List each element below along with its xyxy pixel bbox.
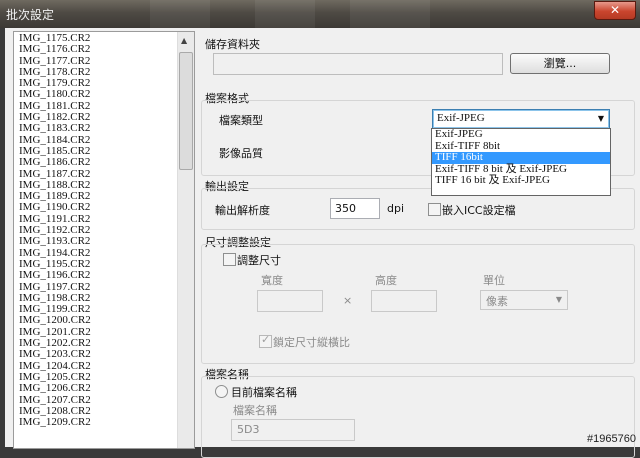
save-folder-path-field[interactable]: [213, 53, 503, 75]
check-icon: ✓: [261, 333, 271, 346]
file-list-item[interactable]: IMG_1193.CR2: [19, 236, 91, 248]
width-label: 寬度: [261, 274, 283, 287]
scroll-up-arrow-icon[interactable]: ▲: [181, 36, 187, 45]
file-type-option[interactable]: Exif-JPEG: [432, 128, 610, 141]
file-type-option[interactable]: TIFF 16bit: [432, 151, 610, 164]
title-bar-decoration: [350, 0, 430, 28]
current-name-label: 目前檔案名稱: [231, 386, 297, 399]
close-icon: ✕: [609, 3, 621, 17]
resize-checkbox[interactable]: [223, 253, 236, 266]
save-folder-header: 儲存資料夾: [205, 38, 260, 51]
image-quality-label: 影像品質: [219, 147, 263, 160]
width-input[interactable]: [257, 290, 323, 312]
browse-button[interactable]: 瀏覽...: [510, 53, 610, 74]
file-list-item[interactable]: IMG_1176.CR2: [19, 43, 91, 55]
chevron-down-icon: ▼: [555, 295, 562, 304]
title-bar[interactable]: 批次設定 ✕: [0, 0, 640, 28]
unit-select[interactable]: 像素 ▼: [480, 290, 568, 310]
resolution-value: 350: [335, 202, 356, 215]
times-icon: ×: [343, 294, 353, 307]
embed-icc-checkbox[interactable]: [428, 203, 441, 216]
resolution-input[interactable]: 350: [330, 198, 380, 219]
window-title: 批次設定: [6, 8, 55, 22]
file-type-combobox[interactable]: Exif-JPEG ▼: [432, 109, 610, 129]
file-name-value: 5D3: [237, 423, 260, 436]
chevron-down-icon: ▼: [597, 114, 604, 123]
file-type-value: Exif-JPEG: [437, 112, 485, 124]
file-list-items: IMG_1175.CR2 IMG_1176.CR2 IMG_1177.CR2 IMG_…: [19, 32, 91, 428]
file-list-item[interactable]: IMG_1209.CR2: [19, 416, 91, 428]
file-list-item[interactable]: IMG_1186.CR2: [19, 156, 91, 168]
resolution-unit-label: dpi: [387, 202, 405, 215]
height-input[interactable]: [371, 290, 437, 312]
file-type-dropdown-list: Exif-JPEG Exif-TIFF 8bit TIFF 16bit Exif-TI…: [431, 128, 611, 196]
watermark-text: #1965760: [587, 433, 636, 445]
unit-label: 單位: [483, 274, 505, 287]
file-type-label: 檔案類型: [219, 114, 263, 127]
file-type-option[interactable]: TIFF 16 bit 及 Exif-JPEG: [432, 174, 610, 187]
title-bar-decoration: [150, 0, 210, 28]
embed-icc-label: 嵌入ICC設定檔: [442, 204, 516, 217]
lock-aspect-checkbox[interactable]: ✓: [259, 333, 272, 348]
file-name-input[interactable]: 5D3: [231, 419, 355, 441]
unit-value: 像素: [486, 295, 508, 308]
resize-label: 調整尺寸: [237, 254, 281, 267]
file-list-item[interactable]: IMG_1206.CR2: [19, 382, 91, 394]
file-list-item[interactable]: IMG_1196.CR2: [19, 269, 91, 281]
batch-settings-window: 批次設定 ✕ IMG_1175.CR2 IMG_1176.CR2 IMG_1177.…: [0, 0, 640, 458]
title-bar-decoration: [255, 0, 315, 28]
current-name-radio[interactable]: [215, 385, 228, 398]
file-list[interactable]: IMG_1175.CR2 IMG_1176.CR2 IMG_1177.CR2 IMG_…: [13, 31, 195, 449]
lock-aspect-label: 鎖定尺寸縱橫比: [273, 336, 350, 349]
dialog-client-area: IMG_1175.CR2 IMG_1176.CR2 IMG_1177.CR2 IMG_…: [5, 28, 640, 458]
output-resolution-label: 輸出解析度: [215, 204, 270, 217]
file-list-item[interactable]: IMG_1203.CR2: [19, 349, 91, 361]
close-button[interactable]: ✕: [594, 1, 636, 20]
file-list-item[interactable]: IMG_1183.CR2: [19, 123, 91, 135]
scrollbar-thumb[interactable]: [179, 52, 193, 170]
file-list-scrollbar[interactable]: ▲: [177, 32, 194, 448]
height-label: 高度: [375, 274, 397, 287]
file-name-label: 檔案名稱: [233, 404, 277, 417]
